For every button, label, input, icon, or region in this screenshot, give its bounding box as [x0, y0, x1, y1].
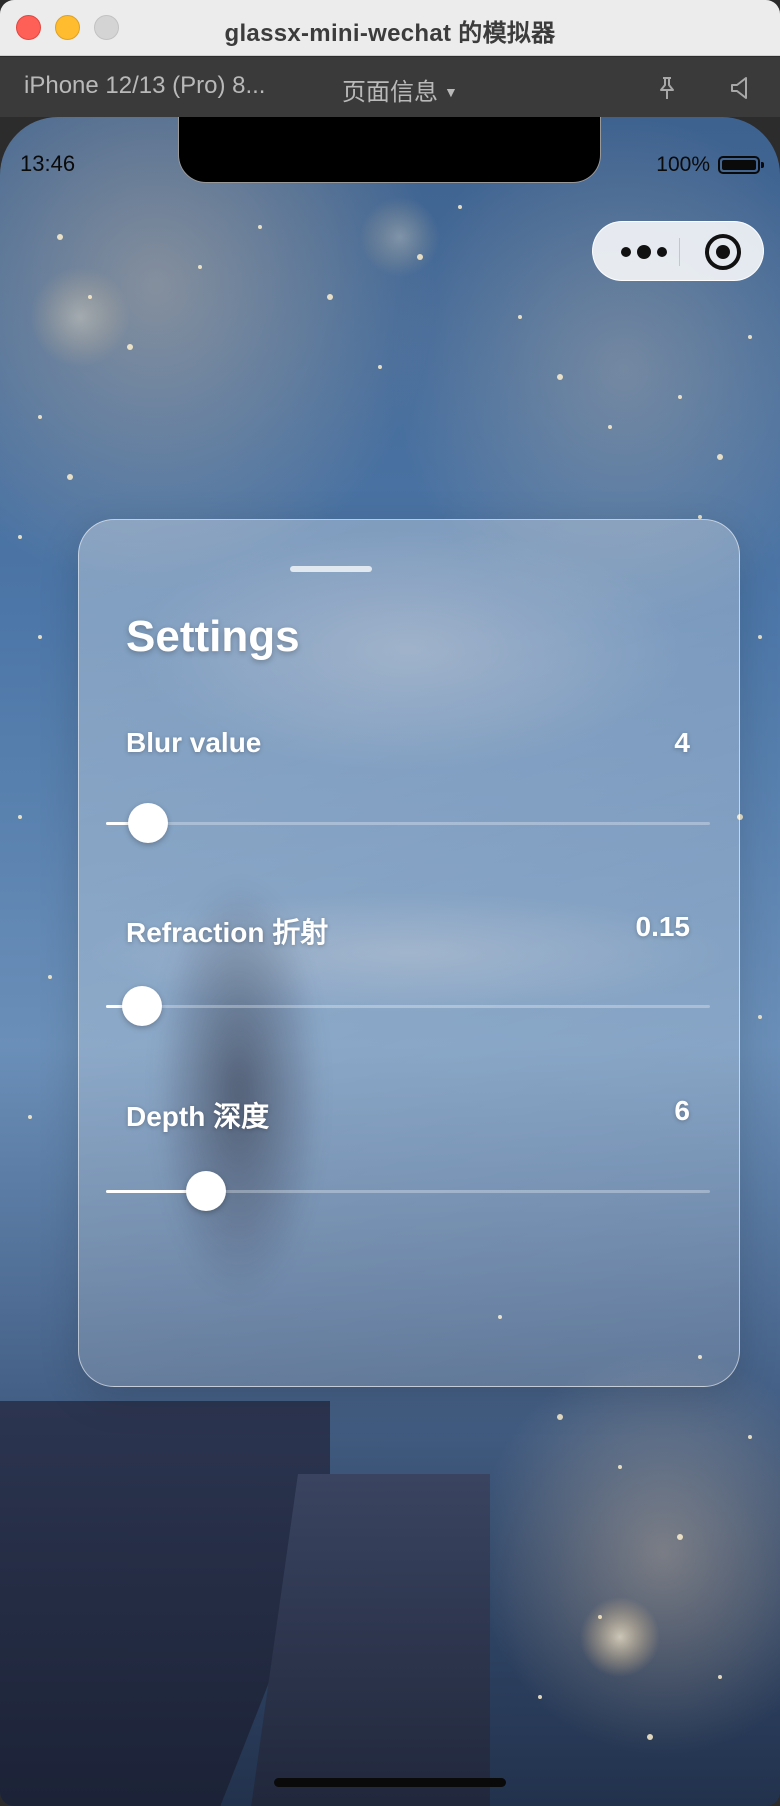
- mini-program-capsule: [592, 221, 764, 281]
- refraction-label: Refraction 折射: [126, 917, 329, 948]
- panel-drag-handle[interactable]: [290, 566, 372, 572]
- battery-icon: [718, 156, 764, 174]
- page-info-label: 页面信息: [342, 79, 438, 106]
- blur-value-slider[interactable]: [106, 798, 710, 848]
- slider-thumb[interactable]: [186, 1171, 226, 1211]
- phone-screen: 13:46 100%: [0, 117, 780, 1806]
- battery-percent: 100%: [656, 153, 710, 176]
- depth-readout: 6: [674, 1095, 690, 1126]
- home-indicator[interactable]: [274, 1778, 506, 1787]
- pin-icon[interactable]: [654, 75, 680, 101]
- device-notch: [178, 117, 601, 183]
- depth-label: Depth 深度: [126, 1101, 270, 1132]
- blurred-figure: [119, 790, 359, 1386]
- title-bar: glassx-mini-wechat 的模拟器: [0, 0, 780, 56]
- settings-title: Settings: [126, 612, 300, 661]
- more-dots-icon[interactable]: [621, 240, 667, 264]
- refraction-slider[interactable]: [106, 981, 710, 1031]
- capsule-divider: [679, 238, 680, 266]
- target-close-icon[interactable]: [705, 234, 741, 270]
- window-title: glassx-mini-wechat 的模拟器: [224, 20, 556, 47]
- depth-slider[interactable]: [106, 1166, 710, 1216]
- status-time: 13:46: [20, 151, 76, 176]
- device-selector[interactable]: iPhone 12/13 (Pro) 8...: [24, 72, 265, 100]
- simulator-toolbar: iPhone 12/13 (Pro) 8... 页面信息 ▼: [0, 57, 780, 117]
- simulator-window: glassx-mini-wechat 的模拟器 iPhone 12/13 (Pr…: [0, 0, 780, 1806]
- blur-value-readout: 4: [674, 727, 690, 758]
- slider-thumb[interactable]: [122, 986, 162, 1026]
- blur-value-label: Blur value: [126, 727, 262, 758]
- refraction-readout: 0.15: [635, 911, 691, 942]
- chevron-down-icon: ▼: [444, 84, 458, 100]
- slider-track: [106, 822, 710, 825]
- page-info-dropdown[interactable]: 页面信息 ▼: [342, 72, 458, 107]
- speaker-icon[interactable]: [728, 75, 754, 101]
- status-battery: 100%: [656, 153, 764, 177]
- slider-track: [106, 1005, 710, 1008]
- slider-thumb[interactable]: [128, 803, 168, 843]
